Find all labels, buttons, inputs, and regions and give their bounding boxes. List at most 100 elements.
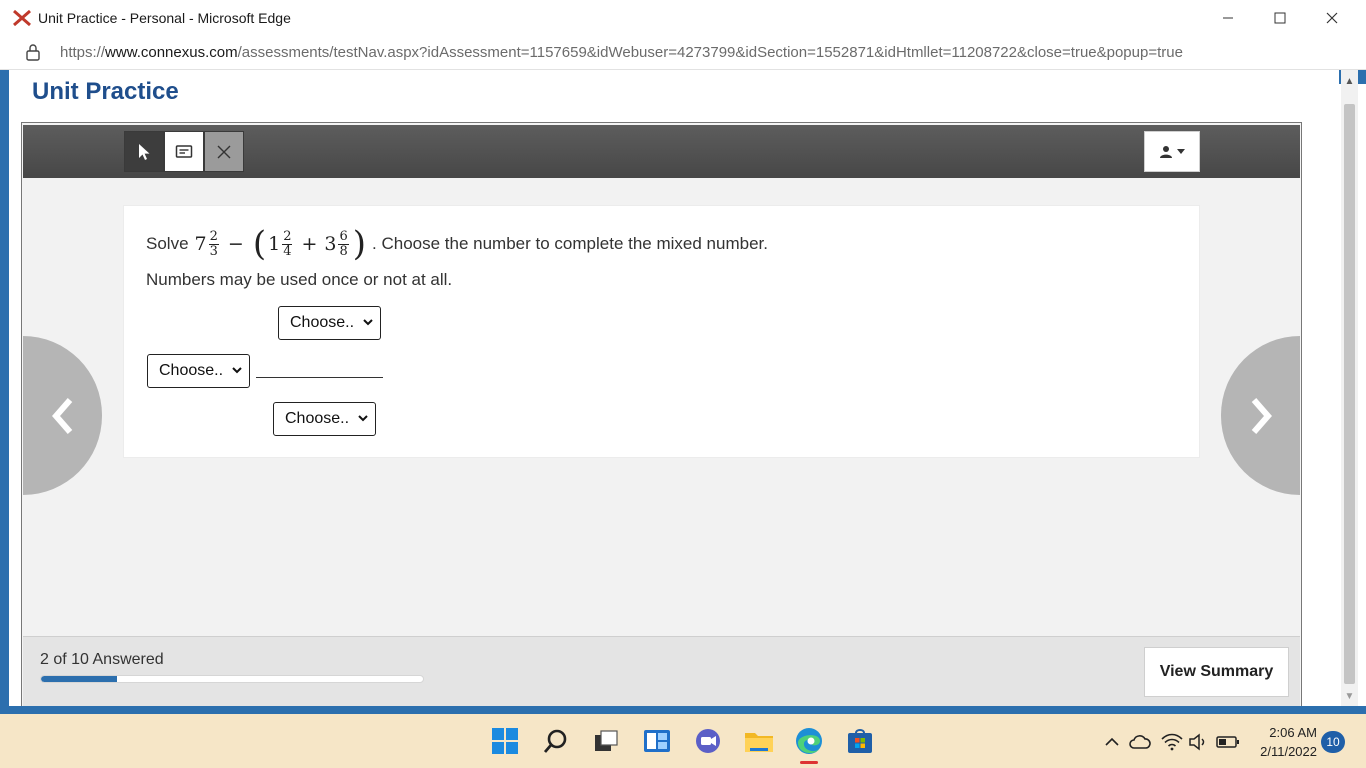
window-bottom-edge bbox=[0, 706, 1366, 714]
start-button[interactable] bbox=[488, 724, 522, 758]
expr-c-fraction: 6 8 bbox=[338, 228, 349, 259]
address-bar[interactable]: https://www.connexus.com/assessments/tes… bbox=[0, 36, 1366, 70]
windows-logo-icon bbox=[492, 728, 518, 754]
chevron-down-icon bbox=[232, 367, 242, 374]
widgets-button[interactable] bbox=[640, 724, 674, 758]
pointer-tool-button[interactable] bbox=[124, 131, 164, 172]
chevron-up-icon bbox=[1105, 737, 1119, 746]
whole-number-select[interactable]: Choose.. bbox=[147, 354, 250, 388]
expr-a-denominator: 3 bbox=[209, 243, 218, 259]
numerator-select-value: Choose.. bbox=[290, 314, 355, 331]
prompt-tail: . Choose the number to complete the mixe… bbox=[372, 234, 768, 253]
note-icon bbox=[175, 144, 193, 158]
chat-icon bbox=[696, 729, 720, 753]
answered-count: 2 of 10 Answered bbox=[40, 651, 164, 668]
expr-close-paren: ) bbox=[352, 224, 367, 264]
minimize-button[interactable] bbox=[1202, 0, 1254, 36]
expr-c-denominator: 8 bbox=[339, 243, 348, 259]
left-window-edge bbox=[0, 70, 9, 706]
teams-chat-button[interactable] bbox=[691, 724, 725, 758]
expr-a-numerator: 2 bbox=[208, 228, 219, 245]
scroll-down-arrow-icon[interactable]: ▼ bbox=[1341, 688, 1358, 706]
expr-b-numerator: 2 bbox=[282, 228, 293, 245]
wifi-tray-button[interactable] bbox=[1160, 730, 1184, 754]
expr-c-numerator: 6 bbox=[338, 228, 349, 245]
onedrive-tray-button[interactable] bbox=[1128, 730, 1152, 754]
edge-browser-button[interactable] bbox=[792, 724, 826, 758]
task-view-button[interactable] bbox=[589, 724, 623, 758]
numerator-select[interactable]: Choose.. bbox=[278, 306, 381, 340]
folder-icon bbox=[745, 733, 773, 752]
store-icon bbox=[848, 729, 872, 753]
scroll-up-arrow-icon[interactable]: ▲ bbox=[1341, 72, 1358, 92]
close-window-button[interactable] bbox=[1306, 0, 1358, 36]
eliminate-tool-button[interactable] bbox=[204, 131, 244, 172]
user-menu-button[interactable] bbox=[1144, 131, 1200, 172]
assessment-footer bbox=[23, 636, 1300, 706]
expr-b-denominator: 4 bbox=[283, 243, 292, 259]
tool-group bbox=[124, 131, 245, 172]
maximize-icon bbox=[1274, 12, 1286, 24]
close-icon bbox=[1326, 12, 1338, 24]
scrollbar-thumb[interactable] bbox=[1344, 104, 1355, 684]
wifi-icon bbox=[1161, 733, 1183, 751]
file-explorer-button[interactable] bbox=[742, 724, 776, 758]
expr-plus: + bbox=[301, 233, 318, 255]
notification-badge[interactable]: 10 bbox=[1321, 731, 1345, 753]
math-expression: 7 2 3 − ( 1 2 4 + 3 6 8 ) bbox=[195, 227, 369, 261]
page-title: Unit Practice bbox=[32, 78, 179, 105]
expr-b-fraction: 2 4 bbox=[282, 228, 293, 259]
minimize-icon bbox=[1223, 17, 1233, 19]
volume-tray-button[interactable] bbox=[1187, 730, 1211, 754]
progress-bar bbox=[40, 675, 424, 683]
taskbar-clock[interactable]: 2:06 AM 2/11/2022 bbox=[1255, 723, 1317, 761]
active-app-indicator bbox=[800, 761, 818, 764]
url-prefix: https:// bbox=[60, 44, 106, 61]
whole-select-value: Choose.. bbox=[159, 362, 224, 379]
fraction-bar bbox=[256, 377, 383, 378]
chevron-down-icon bbox=[358, 415, 368, 422]
url-path: /assessments/testNav.aspx?idAssessment=1… bbox=[237, 44, 1183, 61]
close-x-icon bbox=[217, 145, 231, 158]
note-tool-button[interactable] bbox=[164, 131, 204, 172]
search-icon bbox=[543, 729, 567, 753]
widgets-icon bbox=[644, 730, 670, 752]
connexus-app-icon bbox=[13, 9, 31, 27]
solve-word: Solve bbox=[146, 234, 189, 253]
expr-open-paren: ( bbox=[252, 224, 267, 264]
clock-date: 2/11/2022 bbox=[1260, 744, 1317, 759]
show-hidden-icons-button[interactable] bbox=[1102, 730, 1122, 754]
maximize-button[interactable] bbox=[1254, 0, 1306, 36]
url-text[interactable]: https://www.connexus.com/assessments/tes… bbox=[60, 44, 1183, 61]
progress-bar-fill bbox=[41, 676, 118, 682]
lock-icon bbox=[26, 44, 40, 61]
caret-down-icon bbox=[1177, 148, 1185, 154]
speaker-icon bbox=[1189, 733, 1205, 751]
expr-a-whole: 7 bbox=[194, 233, 207, 255]
store-button[interactable] bbox=[843, 724, 877, 758]
view-summary-button[interactable]: View Summary bbox=[1144, 647, 1289, 697]
task-view-icon bbox=[595, 730, 618, 751]
expr-c-whole: 3 bbox=[324, 233, 337, 255]
expr-b-whole: 1 bbox=[268, 233, 281, 255]
denominator-select[interactable]: Choose.. bbox=[273, 402, 376, 436]
expr-minus: − bbox=[227, 233, 244, 255]
chevron-right-icon bbox=[1251, 397, 1272, 434]
edge-icon bbox=[796, 728, 822, 754]
denominator-select-value: Choose.. bbox=[285, 410, 350, 427]
question-prompt: Solve 7 2 3 − ( 1 2 4 + 3 6 8 ) . Choose… bbox=[146, 226, 768, 262]
battery-icon bbox=[1216, 736, 1239, 748]
user-icon bbox=[1160, 145, 1172, 158]
battery-tray-button[interactable] bbox=[1215, 730, 1241, 754]
question-instruction: Numbers may be used once or not at all. bbox=[146, 270, 453, 289]
url-host: www.connexus.com bbox=[105, 44, 238, 61]
window-title: Unit Practice - Personal - Microsoft Edg… bbox=[38, 10, 291, 26]
search-taskbar-button[interactable] bbox=[539, 724, 573, 758]
clock-time: 2:06 AM bbox=[1269, 725, 1317, 740]
chevron-left-icon bbox=[51, 397, 72, 434]
cloud-icon bbox=[1129, 735, 1151, 749]
browser-titlebar: Unit Practice - Personal - Microsoft Edg… bbox=[0, 0, 1366, 36]
expr-a-fraction: 2 3 bbox=[208, 228, 219, 259]
pointer-icon bbox=[139, 143, 150, 160]
chevron-down-icon bbox=[363, 319, 373, 326]
